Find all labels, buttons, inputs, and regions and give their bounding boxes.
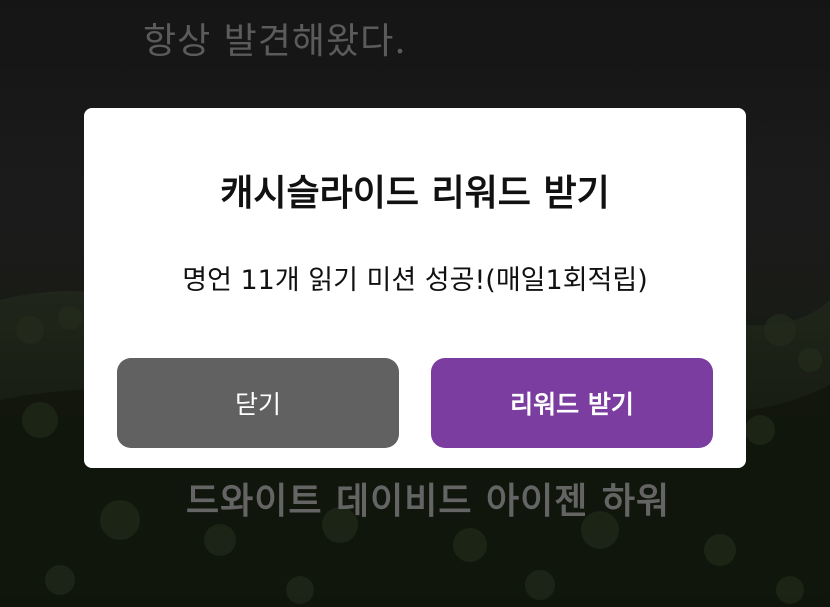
get-reward-button[interactable]: 리워드 받기: [431, 358, 713, 448]
dialog-title: 캐시슬라이드 리워드 받기: [220, 173, 610, 214]
reward-dialog: 캐시슬라이드 리워드 받기 명언 11개 읽기 미션 성공!(매일1회적립) 닫…: [84, 108, 746, 468]
close-button[interactable]: 닫기: [117, 358, 399, 448]
dialog-message: 명언 11개 읽기 미션 성공!(매일1회적립): [182, 265, 648, 296]
